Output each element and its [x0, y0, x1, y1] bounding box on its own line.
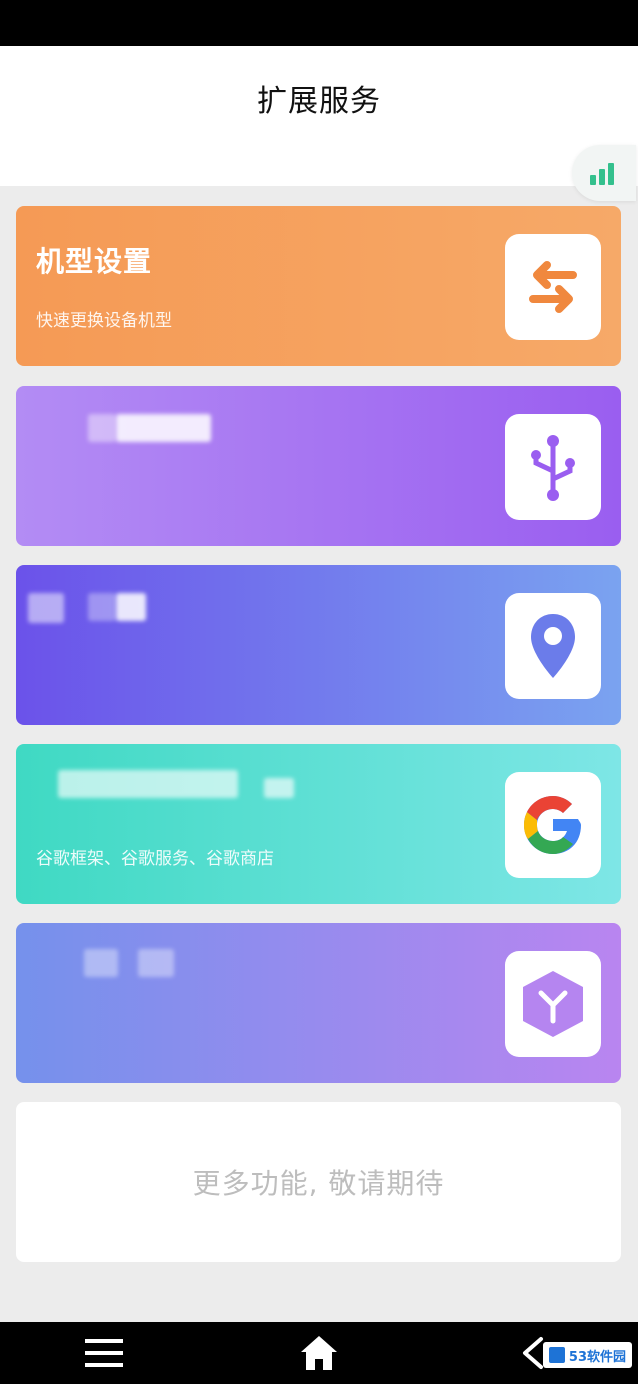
card-google[interactable]: 谷歌框架、谷歌服务、谷歌商店	[16, 744, 621, 904]
more-features-card: 更多功能, 敬请期待	[16, 1102, 621, 1262]
watermark: 53软件园	[542, 1342, 632, 1368]
blurred-text	[138, 949, 174, 977]
more-features-label: 更多功能, 敬请期待	[192, 1167, 445, 1200]
card-title: 机型设置	[36, 245, 153, 278]
blurred-text	[28, 593, 64, 623]
watermark-logo-icon	[548, 1347, 565, 1363]
card-virtual[interactable]	[16, 923, 621, 1083]
card-device-model[interactable]: 机型设置 快速更换设备机型	[16, 206, 621, 366]
card-location[interactable]	[16, 565, 621, 725]
blurred-text	[58, 770, 238, 798]
card-description: 快速更换设备机型	[36, 311, 172, 331]
blurred-text	[84, 949, 118, 977]
card-description: 谷歌框架、谷歌服务、谷歌商店	[36, 849, 274, 869]
blurred-text	[88, 593, 116, 621]
home-icon[interactable]	[296, 1330, 342, 1376]
cube-icon	[505, 951, 601, 1057]
card-usb[interactable]	[16, 386, 621, 546]
swap-arrows-icon	[505, 234, 601, 340]
blurred-text	[88, 414, 116, 442]
blurred-text	[116, 414, 211, 442]
page-title: 扩展服务	[257, 84, 381, 119]
watermark-text: 53软件园	[568, 1349, 626, 1365]
google-icon	[505, 772, 601, 878]
menu-icon[interactable]	[82, 1330, 126, 1376]
signal-button[interactable]	[572, 145, 636, 201]
blurred-text	[264, 778, 294, 798]
blurred-text	[116, 593, 146, 621]
signal-icon	[590, 163, 614, 185]
navigation-bar: 53软件园	[0, 1322, 638, 1384]
usb-icon	[505, 414, 601, 520]
location-pin-icon	[505, 593, 601, 699]
status-bar	[0, 0, 638, 46]
